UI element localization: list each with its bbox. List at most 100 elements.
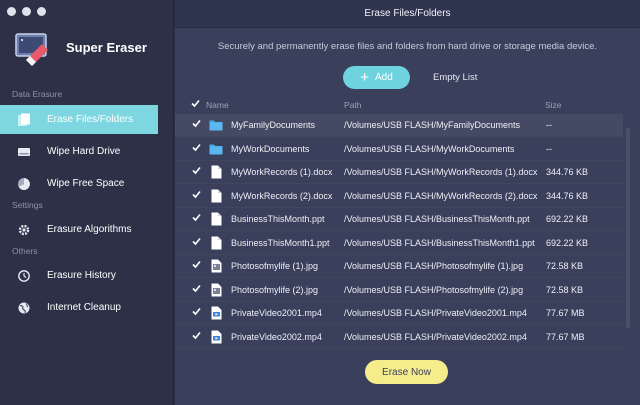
file-name: MyWorkRecords (2).docx (231, 190, 333, 201)
folder-icon (209, 142, 223, 156)
file-path: /Volumes/USB FLASH/MyWorkDocuments (344, 143, 515, 154)
window-controls (7, 7, 46, 16)
row-checkbox[interactable] (192, 143, 201, 154)
file-name: MyWorkRecords (1).docx (231, 167, 333, 177)
file-path: /Volumes/USB FLASH/PrivateVideo2001.mp4 (344, 308, 527, 318)
table-row[interactable]: MyFamilyDocuments/Volumes/USB FLASH/MyFa… (175, 114, 623, 137)
file-size: 77.67 MB (546, 308, 585, 318)
file-path: /Volumes/USB FLASH/BusinessThisMonth.ppt (344, 214, 530, 224)
brand: Super Eraser (12, 28, 147, 68)
file-name: MyWorkDocuments (231, 143, 310, 154)
file-size: -- (546, 120, 552, 130)
row-checkbox[interactable] (192, 284, 201, 295)
folder-icon (209, 118, 223, 132)
globe-icon (17, 301, 31, 315)
row-checkbox[interactable] (192, 331, 201, 342)
file-name: BusinessThisMonth1.ppt (231, 237, 330, 248)
clock-icon (17, 269, 31, 283)
file-size: -- (546, 143, 552, 154)
file-path: /Volumes/USB FLASH/MyWorkRecords (2).doc… (344, 190, 538, 201)
row-checkbox[interactable] (192, 307, 201, 318)
image-file-icon (209, 283, 223, 297)
select-all-checkbox[interactable] (191, 99, 200, 110)
file-size: 344.76 KB (546, 167, 589, 177)
column-header-path[interactable]: Path (344, 100, 362, 110)
video-file-icon (209, 306, 223, 320)
row-checkbox[interactable] (192, 260, 201, 271)
add-button[interactable]: + Add (343, 66, 410, 89)
sidebar-item-label: Wipe Hard Drive (47, 146, 121, 157)
section-settings: Settings (12, 200, 43, 210)
row-checkbox[interactable] (192, 190, 201, 201)
sidebar-item-label: Erase Files/Folders (47, 114, 134, 125)
file-size: 77.67 MB (546, 331, 585, 342)
file-size: 72.58 KB (546, 261, 584, 271)
main-panel: Erase Files/Folders Securely and permane… (175, 0, 640, 405)
files-icon (17, 113, 31, 127)
window-title: Erase Files/Folders (175, 0, 640, 28)
hard-drive-icon (17, 145, 31, 159)
sidebar-item-label: Wipe Free Space (47, 178, 125, 189)
file-name: PrivateVideo2001.mp4 (231, 308, 322, 318)
scrollbar[interactable] (626, 128, 630, 328)
sidebar-item-wipe-hard-drive[interactable]: Wipe Hard Drive (0, 137, 158, 166)
sidebar-item-label: Erasure Algorithms (47, 224, 132, 235)
column-header-size[interactable]: Size (545, 100, 562, 110)
file-size: 344.76 KB (546, 190, 589, 201)
file-path: /Volumes/USB FLASH/Photosofmylife (2).jp… (344, 284, 524, 295)
app-name: Super Eraser (66, 39, 147, 55)
pie-chart-icon (17, 177, 31, 191)
eraser-logo-icon (12, 28, 52, 68)
plus-icon: + (360, 68, 369, 86)
add-button-label: Add (374, 72, 393, 83)
sidebar-item-label: Erasure History (47, 270, 116, 281)
sidebar-item-label: Internet Cleanup (47, 302, 121, 313)
document-icon (209, 165, 223, 179)
zoom-window-button[interactable] (37, 7, 46, 16)
column-header-name[interactable]: Name (206, 100, 229, 110)
file-path: /Volumes/USB FLASH/BusinessThisMonth1.pp… (344, 237, 535, 248)
table-row[interactable]: PrivateVideo2001.mp4/Volumes/USB FLASH/P… (175, 302, 623, 325)
page-subtitle: Securely and permanently erase files and… (217, 41, 598, 52)
file-name: BusinessThisMonth.ppt (231, 214, 325, 224)
sidebar: Super Eraser Data Erasure Erase Files/Fo… (0, 0, 174, 405)
table-row[interactable]: MyWorkDocuments/Volumes/USB FLASH/MyWork… (175, 138, 623, 161)
close-window-button[interactable] (7, 7, 16, 16)
sidebar-item-internet-cleanup[interactable]: Internet Cleanup (0, 293, 158, 322)
file-size: 692.22 KB (546, 214, 589, 224)
file-name: PrivateVideo2002.mp4 (231, 331, 322, 342)
image-file-icon (209, 259, 223, 273)
file-name: Photosofmylife (2).jpg (231, 284, 319, 295)
file-path: /Volumes/USB FLASH/Photosofmylife (1).jp… (344, 261, 524, 271)
erase-now-button[interactable]: Erase Now (365, 360, 448, 384)
table-row[interactable]: Photosofmylife (2).jpg/Volumes/USB FLASH… (175, 279, 623, 302)
gear-icon (17, 223, 31, 237)
document-icon (209, 212, 223, 226)
section-others: Others (12, 246, 38, 256)
row-checkbox[interactable] (192, 119, 201, 130)
table-row[interactable]: BusinessThisMonth1.ppt/Volumes/USB FLASH… (175, 232, 623, 255)
file-name: MyFamilyDocuments (231, 120, 316, 130)
table-row[interactable]: BusinessThisMonth.ppt/Volumes/USB FLASH/… (175, 208, 623, 231)
sidebar-item-wipe-free-space[interactable]: Wipe Free Space (0, 169, 158, 198)
file-list: MyFamilyDocuments/Volumes/USB FLASH/MyFa… (175, 114, 623, 350)
row-checkbox[interactable] (192, 237, 201, 248)
table-row[interactable]: Photosofmylife (1).jpg/Volumes/USB FLASH… (175, 255, 623, 278)
table-row[interactable]: MyWorkRecords (2).docx/Volumes/USB FLASH… (175, 185, 623, 208)
minimize-window-button[interactable] (22, 7, 31, 16)
file-size: 72.58 KB (546, 284, 584, 295)
table-row[interactable]: MyWorkRecords (1).docx/Volumes/USB FLASH… (175, 161, 623, 184)
section-data-erasure: Data Erasure (12, 89, 63, 99)
empty-list-button[interactable]: Empty List (433, 72, 477, 83)
sidebar-item-erasure-algorithms[interactable]: Erasure Algorithms (0, 215, 158, 244)
row-checkbox[interactable] (192, 166, 201, 177)
sidebar-item-erasure-history[interactable]: Erasure History (0, 261, 158, 290)
video-file-icon (209, 330, 223, 344)
table-row[interactable]: PrivateVideo2002.mp4/Volumes/USB FLASH/P… (175, 326, 623, 349)
sidebar-item-erase-files[interactable]: Erase Files/Folders (0, 105, 158, 134)
file-path: /Volumes/USB FLASH/PrivateVideo2002.mp4 (344, 331, 527, 342)
row-checkbox[interactable] (192, 213, 201, 224)
file-path: /Volumes/USB FLASH/MyFamilyDocuments (344, 120, 521, 130)
document-icon (209, 189, 223, 203)
file-size: 692.22 KB (546, 237, 589, 248)
